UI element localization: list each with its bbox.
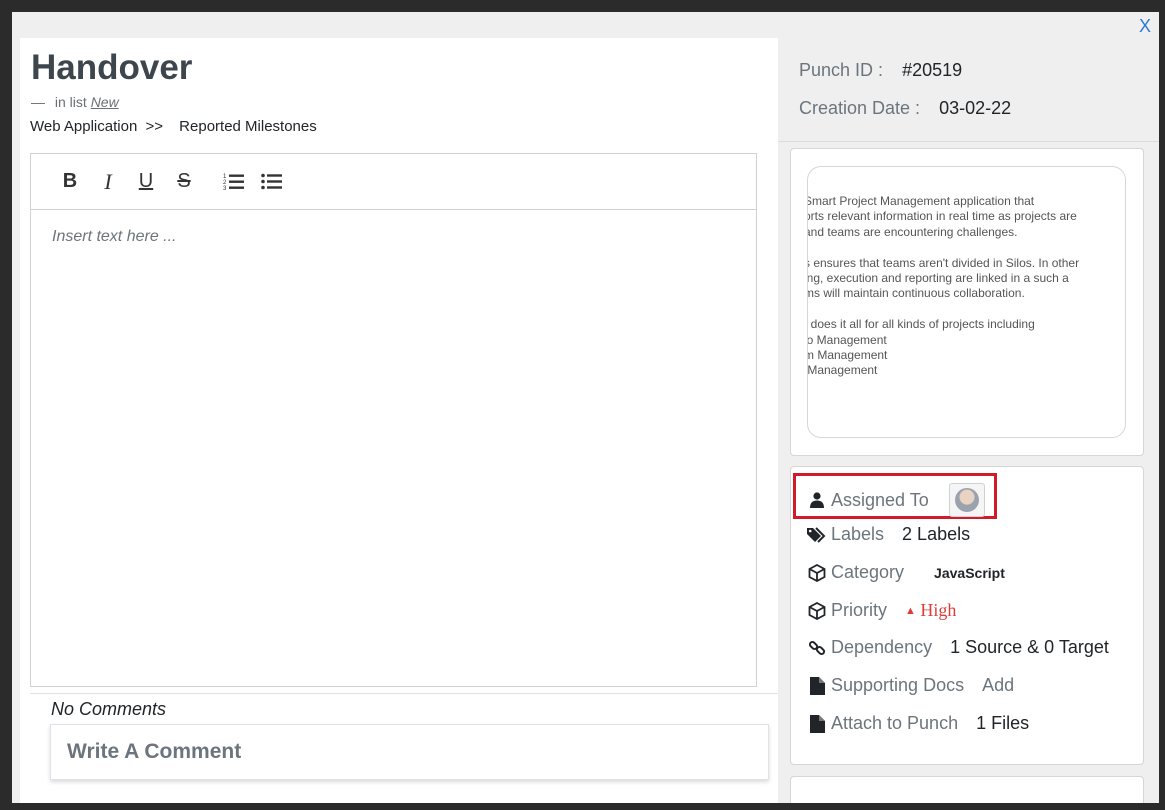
supporting-docs-add[interactable]: Add <box>982 675 1014 696</box>
task-title: Handover <box>31 48 193 87</box>
breadcrumb-project[interactable]: Web Application <box>30 118 137 135</box>
creation-date-row: Creation Date : 03-02-22 <box>799 98 1011 119</box>
preview-text: Smart Project Management application tha… <box>807 194 1080 378</box>
priority-label: Priority <box>831 600 888 620</box>
bold-button[interactable]: B <box>51 166 89 198</box>
priority-row: Priority ▲ High <box>807 600 956 621</box>
next-card <box>790 776 1144 803</box>
link-icon <box>807 639 827 657</box>
attach-row: Attach to Punch 1 Files <box>807 713 1029 734</box>
avatar <box>954 488 979 512</box>
in-list-info: — in list New <box>31 94 119 110</box>
preview-card: Smart Project Management application tha… <box>790 148 1144 456</box>
cube-icon <box>807 601 827 620</box>
priority-text: High <box>920 600 957 620</box>
divider <box>778 141 1159 142</box>
assigned-to-label: Assigned To <box>831 489 929 510</box>
details-card: Assigned To Labels 2 Labels Category Jav… <box>790 466 1144 765</box>
dash-icon: — <box>31 94 45 110</box>
supporting-docs-row: Supporting Docs Add <box>807 675 1014 696</box>
close-button[interactable]: X <box>1139 16 1151 37</box>
priority-value[interactable]: ▲ High <box>905 600 956 621</box>
labels-value[interactable]: 2 Labels <box>902 524 970 545</box>
labels-row: Labels 2 Labels <box>807 524 970 545</box>
caret-up-icon: ▲ <box>905 605 916 617</box>
breadcrumb: Web Application >> Reported Milestones <box>30 118 317 135</box>
list-link[interactable]: New <box>91 94 119 110</box>
creation-date-value: 03-02-22 <box>939 98 1012 118</box>
user-icon <box>807 492 827 508</box>
svg-text:3: 3 <box>223 186 227 192</box>
attachment-preview[interactable]: Smart Project Management application tha… <box>807 166 1126 438</box>
punch-modal: X Handover — in list New Web Application… <box>12 12 1159 803</box>
creation-date-label: Creation Date : <box>799 98 921 118</box>
punch-id-row: Punch ID : #20519 <box>799 60 962 81</box>
dependency-label: Dependency <box>831 637 933 657</box>
breadcrumb-list[interactable]: Reported Milestones <box>179 118 317 135</box>
task-side-panel: Punch ID : #20519 Creation Date : 03-02-… <box>778 38 1159 803</box>
cube-icon <box>807 563 827 582</box>
category-value[interactable]: JavaScript <box>934 565 1005 581</box>
ordered-list-button[interactable]: 1 2 3 <box>215 166 253 198</box>
underline-button[interactable]: U <box>127 166 165 198</box>
category-row: Category JavaScript <box>807 562 1005 583</box>
bullet-list-button[interactable] <box>253 166 291 198</box>
description-editor: B I U S 1 2 3 Insert text here ... <box>30 153 757 687</box>
breadcrumb-separator: >> <box>145 118 163 135</box>
dependency-row: Dependency 1 Source & 0 Target <box>807 637 1109 658</box>
file-icon <box>807 676 827 695</box>
task-main-panel: Handover — in list New Web Application >… <box>20 38 778 803</box>
punch-id-label: Punch ID : <box>799 60 884 80</box>
comments-status: No Comments <box>51 699 167 719</box>
supporting-docs-label: Supporting Docs <box>831 675 965 695</box>
divider <box>30 693 778 694</box>
bullet-list-icon <box>261 173 282 189</box>
tags-icon <box>807 526 827 543</box>
dependency-value[interactable]: 1 Source & 0 Target <box>950 637 1109 658</box>
assignee-avatar[interactable] <box>948 483 985 517</box>
attach-label: Attach to Punch <box>831 713 959 733</box>
in-list-prefix: in list <box>54 94 87 110</box>
strikethrough-button[interactable]: S <box>165 166 203 198</box>
labels-label: Labels <box>831 524 885 544</box>
assigned-to-row: Assigned To <box>807 483 985 517</box>
category-label: Category <box>831 562 905 582</box>
punch-id-value: #20519 <box>902 60 963 80</box>
ordered-list-icon: 1 2 3 <box>223 174 244 192</box>
attach-value[interactable]: 1 Files <box>976 713 1029 734</box>
editor-text-area[interactable]: Insert text here ... <box>31 210 756 264</box>
italic-button[interactable]: I <box>89 166 127 198</box>
file-icon <box>807 714 827 733</box>
editor-toolbar: B I U S 1 2 3 <box>31 154 756 210</box>
comment-input[interactable]: Write A Comment <box>50 724 769 780</box>
